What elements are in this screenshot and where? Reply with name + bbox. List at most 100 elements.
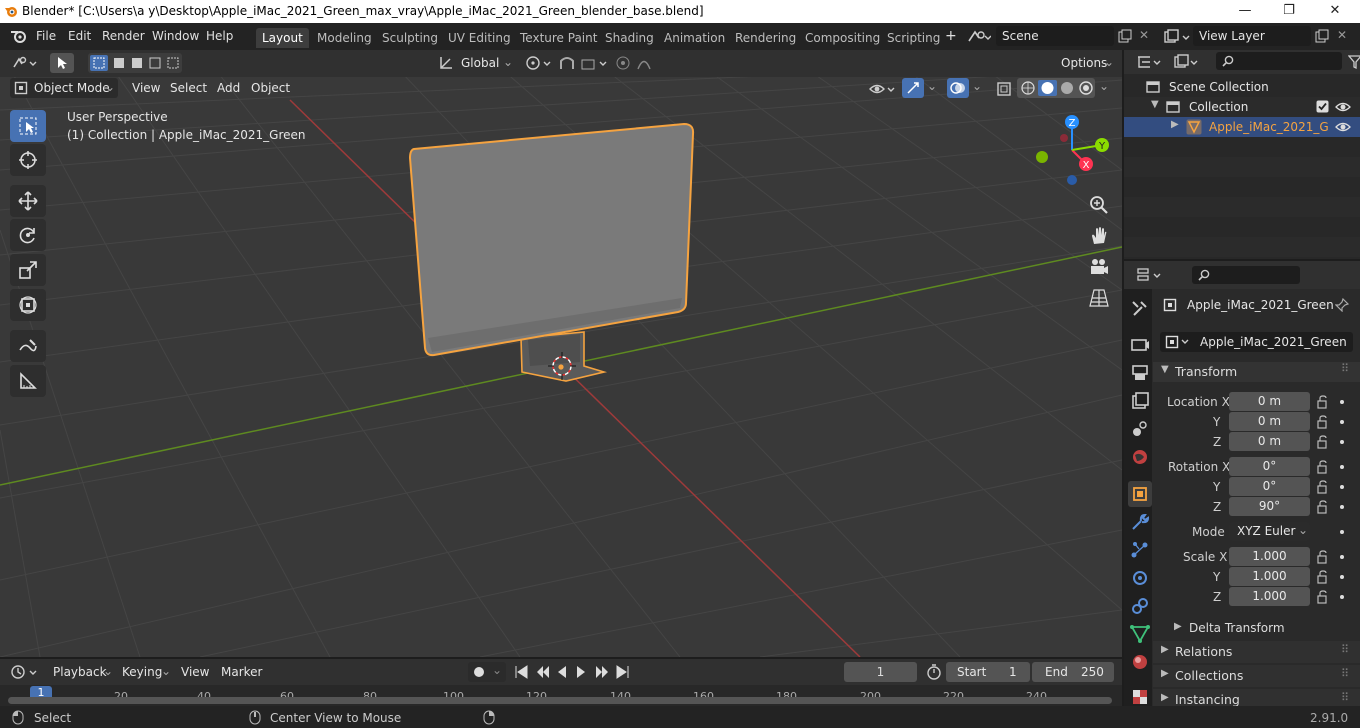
delete-view-layer-icon[interactable]: ✕ — [1337, 28, 1347, 42]
eye-icon[interactable] — [1335, 120, 1351, 134]
new-view-layer-icon[interactable] — [1315, 29, 1329, 43]
keyframe-dot-icon[interactable] — [1340, 465, 1344, 469]
drag-handle-icon[interactable]: ⠿ — [1341, 362, 1349, 375]
viewport-menu-object[interactable]: Object — [251, 81, 290, 95]
zoom-icon[interactable] — [1089, 195, 1109, 215]
keyframe-dot-icon[interactable] — [1340, 420, 1344, 424]
lock-icon[interactable] — [1316, 395, 1330, 409]
menu-file[interactable]: File — [36, 29, 56, 43]
lock-icon[interactable] — [1316, 570, 1330, 584]
snap-icon[interactable] — [558, 54, 610, 72]
lock-icon[interactable] — [1316, 480, 1330, 494]
location-x-field[interactable]: 0 m — [1229, 392, 1310, 411]
filter-icon[interactable] — [1348, 54, 1360, 70]
transform-tool[interactable] — [10, 289, 46, 321]
camera-view-icon[interactable] — [1089, 257, 1109, 277]
timeline-editor-type-icon[interactable] — [10, 664, 40, 680]
physics-tab-icon[interactable] — [1129, 567, 1151, 589]
constraints-tab-icon[interactable] — [1129, 595, 1151, 617]
viewport-menu-select[interactable]: Select — [170, 81, 207, 95]
keyframe-dot-icon[interactable] — [1340, 530, 1344, 534]
scene-selector-icon[interactable] — [967, 29, 991, 45]
lock-icon[interactable] — [1316, 460, 1330, 474]
options-dropdown[interactable]: Options — [1061, 56, 1107, 70]
overlays-toggle-button[interactable] — [947, 78, 969, 98]
cursor-tool[interactable] — [10, 144, 46, 176]
outliner-editor-type-icon[interactable] — [1136, 54, 1164, 70]
object-data-name-field[interactable]: Apple_iMac_2021_Green — [1160, 332, 1353, 352]
keyframe-dot-icon[interactable] — [1340, 555, 1344, 559]
particles-tab-icon[interactable] — [1129, 539, 1151, 561]
drag-handle-icon[interactable]: ⠿ — [1341, 667, 1349, 680]
tab-compositing[interactable]: Compositing — [799, 28, 886, 48]
add-workspace-button[interactable]: + — [945, 28, 957, 44]
lock-icon[interactable] — [1316, 500, 1330, 514]
tab-rendering[interactable]: Rendering — [729, 28, 802, 48]
pivot-point-icon[interactable] — [524, 54, 552, 72]
checkbox-checked-icon[interactable] — [1316, 100, 1329, 113]
outliner-row-object[interactable]: ▶ Apple_iMac_2021_G — [1124, 117, 1360, 137]
object-data-selector-icon[interactable] — [1165, 335, 1191, 349]
keyframe-dot-icon[interactable] — [1340, 575, 1344, 579]
collections-section-header[interactable]: ▶ Collections ⠿ — [1153, 665, 1360, 687]
tab-uv-editing[interactable]: UV Editing — [442, 28, 517, 48]
menu-window[interactable]: Window — [152, 29, 199, 43]
object-tab-icon[interactable] — [1129, 483, 1151, 505]
pan-hand-icon[interactable] — [1089, 226, 1109, 246]
view-layer-selector-icon[interactable] — [1163, 29, 1191, 45]
tab-sculpting[interactable]: Sculpting — [376, 28, 444, 48]
object-mode-dropdown[interactable]: Object Mode ⌄ — [10, 78, 118, 98]
keyframe-dot-icon[interactable] — [1340, 400, 1344, 404]
relations-section-header[interactable]: ▶ Relations ⠿ — [1153, 641, 1360, 663]
navigation-gizmo[interactable]: Z X Y — [1030, 110, 1122, 190]
scale-tool[interactable] — [10, 254, 46, 286]
transform-section-header[interactable]: ▼ Transform ⠿ — [1153, 362, 1360, 382]
measure-tool[interactable] — [10, 365, 46, 397]
keyframe-dot-icon[interactable] — [1340, 595, 1344, 599]
expand-arrow-icon[interactable]: ▶ — [1171, 119, 1179, 130]
new-scene-icon[interactable] — [1118, 29, 1132, 43]
eye-icon[interactable] — [1335, 100, 1351, 114]
perspective-grid-icon[interactable] — [1089, 288, 1109, 308]
tab-scripting[interactable]: Scripting — [881, 28, 946, 48]
rotation-y-field[interactable]: 0° — [1229, 477, 1310, 496]
lock-icon[interactable] — [1316, 590, 1330, 604]
data-mesh-tab-icon[interactable] — [1129, 623, 1151, 645]
keyframe-dot-icon[interactable] — [1340, 505, 1344, 509]
tab-modeling[interactable]: Modeling — [311, 28, 378, 48]
menu-edit[interactable]: Edit — [68, 29, 91, 43]
menu-help[interactable]: Help — [206, 29, 233, 43]
rotation-x-field[interactable]: 0° — [1229, 457, 1310, 476]
tool-tab-icon[interactable] — [1129, 298, 1151, 320]
timeline-menu-playback[interactable]: Playback — [53, 665, 107, 679]
end-frame-field[interactable]: End 250 — [1032, 662, 1114, 682]
timeline-menu-keying[interactable]: Keying — [122, 665, 162, 679]
select-box-tool[interactable] — [10, 110, 46, 142]
outliner-search-input[interactable] — [1216, 52, 1342, 70]
properties-editor-type-icon[interactable] — [1136, 267, 1164, 283]
lock-icon[interactable] — [1316, 435, 1330, 449]
world-tab-icon[interactable] — [1129, 446, 1151, 468]
properties-search-input[interactable] — [1192, 266, 1300, 284]
scene-name-field[interactable]: Scene — [996, 26, 1114, 46]
pin-icon[interactable] — [1335, 298, 1349, 312]
close-window-button[interactable]: ✕ — [1312, 0, 1358, 23]
delta-transform-subsection[interactable]: ▶ Delta Transform — [1160, 618, 1353, 638]
timeline-scrollbar[interactable] — [8, 697, 1112, 704]
selection-mode-group[interactable] — [88, 53, 182, 73]
view-layer-name-field[interactable]: View Layer — [1193, 26, 1311, 46]
xray-toggle-icon[interactable] — [995, 80, 1013, 98]
blender-menu-icon[interactable] — [10, 29, 26, 43]
drag-handle-icon[interactable]: ⠿ — [1341, 643, 1349, 656]
location-z-field[interactable]: 0 m — [1229, 432, 1310, 451]
scale-x-field[interactable]: 1.000 — [1229, 547, 1310, 566]
instancing-section-header[interactable]: ▶ Instancing ⠿ — [1153, 689, 1360, 706]
maximize-button[interactable]: ❐ — [1266, 0, 1312, 23]
texture-tab-icon[interactable] — [1129, 686, 1151, 708]
material-tab-icon[interactable] — [1129, 651, 1151, 673]
timeline-menu-marker[interactable]: Marker — [221, 665, 262, 679]
lock-icon[interactable] — [1316, 550, 1330, 564]
view-layer-tab-icon[interactable] — [1129, 390, 1151, 412]
minimize-button[interactable]: — — [1222, 0, 1268, 23]
outliner-row-collection[interactable]: ▼ Collection — [1124, 97, 1360, 117]
